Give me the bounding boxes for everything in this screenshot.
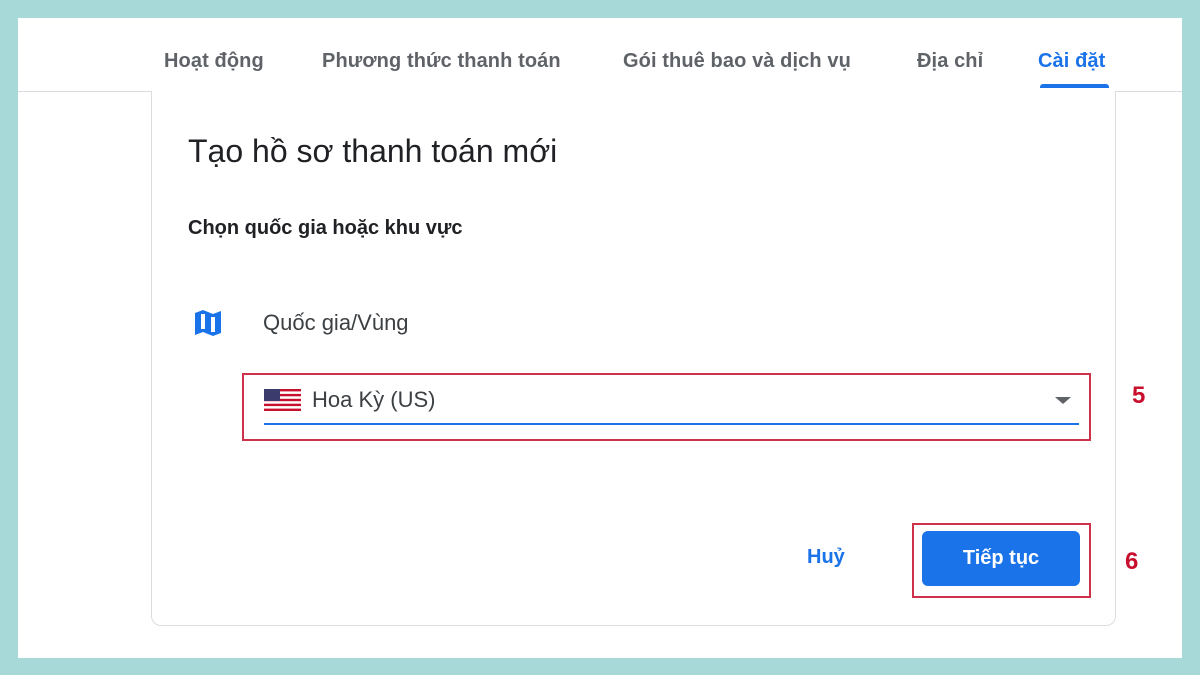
- tab-addresses[interactable]: Địa chỉ: [917, 50, 983, 73]
- annotation-box-continue: [912, 523, 1091, 598]
- country-region-label: Quốc gia/Vùng: [263, 310, 409, 335]
- annotation-step-5: 5: [1132, 382, 1146, 409]
- tab-bar: Hoạt động Phương thức thanh toán Gói thu…: [18, 18, 1182, 92]
- tab-subscriptions[interactable]: Gói thuê bao và dịch vụ: [623, 50, 851, 73]
- cancel-button[interactable]: Huỷ: [807, 546, 845, 569]
- map-icon: [195, 310, 221, 336]
- active-tab-indicator: [1040, 84, 1109, 88]
- annotation-box-country: [242, 373, 1091, 441]
- tab-payment-methods[interactable]: Phương thức thanh toán: [322, 50, 561, 73]
- app-frame: Hoạt động Phương thức thanh toán Gói thu…: [18, 18, 1182, 658]
- tab-settings[interactable]: Cài đặt: [1038, 50, 1105, 73]
- dialog-title: Tạo hồ sơ thanh toán mới: [188, 133, 558, 169]
- dialog-subtitle: Chọn quốc gia hoặc khu vực: [188, 217, 463, 239]
- annotation-step-6: 6: [1125, 548, 1139, 575]
- tab-activity[interactable]: Hoạt động: [164, 50, 264, 73]
